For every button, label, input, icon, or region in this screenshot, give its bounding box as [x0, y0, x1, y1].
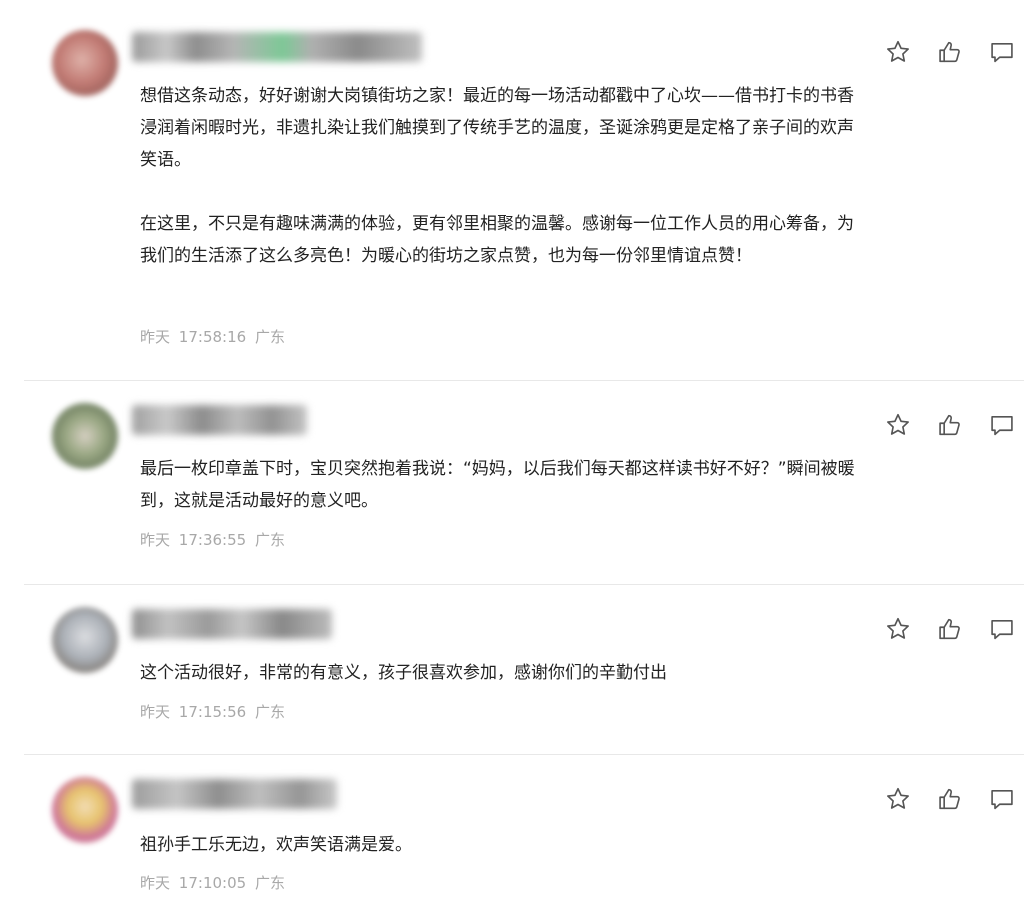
comment-icon[interactable] — [988, 411, 1016, 439]
comment-meta: 昨天 17:15:56 广东 — [140, 702, 285, 722]
avatar[interactable] — [52, 30, 118, 96]
divider — [24, 754, 1024, 755]
comment-location: 广东 — [254, 328, 285, 346]
comment-paragraph: 在这里，不只是有趣味满满的体验，更有邻里相聚的温馨。感谢每一位工作人员的用心筹备… — [140, 214, 854, 266]
comment-paragraph: 最后一枚印章盖下时，宝贝突然抱着我说：“妈妈，以后我们每天都这样读书好不好？”瞬… — [140, 459, 855, 511]
divider — [24, 380, 1024, 381]
comment-text: 想借这条动态，好好谢谢大岗镇街坊之家！最近的每一场活动都戳中了心坎——借书打卡的… — [140, 80, 860, 272]
star-icon[interactable] — [884, 785, 912, 813]
username-blurred[interactable] — [132, 32, 422, 62]
star-icon[interactable] — [884, 411, 912, 439]
comment-location: 广东 — [254, 874, 285, 892]
comment-item: 最后一枚印章盖下时，宝贝突然抱着我说：“妈妈，以后我们每天都这样读书好不好？”瞬… — [0, 403, 1024, 563]
comment-list: 想借这条动态，好好谢谢大岗镇街坊之家！最近的每一场活动都戳中了心坎——借书打卡的… — [0, 0, 1024, 911]
comment-meta: 昨天 17:58:16 广东 — [140, 327, 285, 347]
comment-time: 17:15:56 — [178, 703, 247, 721]
avatar[interactable] — [52, 403, 118, 469]
username-blurred[interactable] — [132, 609, 332, 639]
star-icon[interactable] — [884, 615, 912, 643]
divider — [24, 584, 1024, 585]
comment-text: 最后一枚印章盖下时，宝贝突然抱着我说：“妈妈，以后我们每天都这样读书好不好？”瞬… — [140, 453, 860, 517]
thumbs-up-icon[interactable] — [936, 785, 964, 813]
comment-icon[interactable] — [988, 615, 1016, 643]
thumbs-up-icon[interactable] — [936, 615, 964, 643]
thumbs-up-icon[interactable] — [936, 411, 964, 439]
comment-day: 昨天 — [140, 703, 171, 721]
comment-time: 17:58:16 — [178, 328, 247, 346]
comment-icon[interactable] — [988, 785, 1016, 813]
comment-paragraph: 这个活动很好，非常的有意义，孩子很喜欢参加，感谢你们的辛勤付出 — [140, 663, 667, 683]
comment-time: 17:10:05 — [178, 874, 247, 892]
comment-item: 这个活动很好，非常的有意义，孩子很喜欢参加，感谢你们的辛勤付出 昨天 17:15… — [0, 607, 1024, 737]
avatar[interactable] — [52, 607, 118, 673]
comment-meta: 昨天 17:36:55 广东 — [140, 530, 285, 550]
comment-item: 想借这条动态，好好谢谢大岗镇街坊之家！最近的每一场活动都戳中了心坎——借书打卡的… — [0, 30, 1024, 350]
comment-actions — [884, 615, 1024, 645]
comment-paragraph: 想借这条动态，好好谢谢大岗镇街坊之家！最近的每一场活动都戳中了心坎——借书打卡的… — [140, 86, 854, 170]
comment-day: 昨天 — [140, 874, 171, 892]
comment-day: 昨天 — [140, 328, 171, 346]
comment-location: 广东 — [254, 703, 285, 721]
comment-text: 祖孙手工乐无边，欢声笑语满是爱。 — [140, 829, 860, 861]
comment-paragraph: 祖孙手工乐无边，欢声笑语满是爱。 — [140, 835, 412, 855]
comment-meta: 昨天 17:10:05 广东 — [140, 873, 285, 893]
comment-actions — [884, 785, 1024, 815]
thumbs-up-icon[interactable] — [936, 38, 964, 66]
comment-actions — [884, 38, 1024, 68]
comment-item: 祖孙手工乐无边，欢声笑语满是爱。 昨天 17:10:05 广东 — [0, 777, 1024, 907]
username-blurred[interactable] — [132, 779, 337, 809]
avatar[interactable] — [52, 777, 118, 843]
comment-day: 昨天 — [140, 531, 171, 549]
username-blurred[interactable] — [132, 405, 307, 435]
comment-icon[interactable] — [988, 38, 1016, 66]
comment-text: 这个活动很好，非常的有意义，孩子很喜欢参加，感谢你们的辛勤付出 — [140, 657, 860, 689]
star-icon[interactable] — [884, 38, 912, 66]
comment-location: 广东 — [254, 531, 285, 549]
comment-time: 17:36:55 — [178, 531, 247, 549]
comment-actions — [884, 411, 1024, 441]
